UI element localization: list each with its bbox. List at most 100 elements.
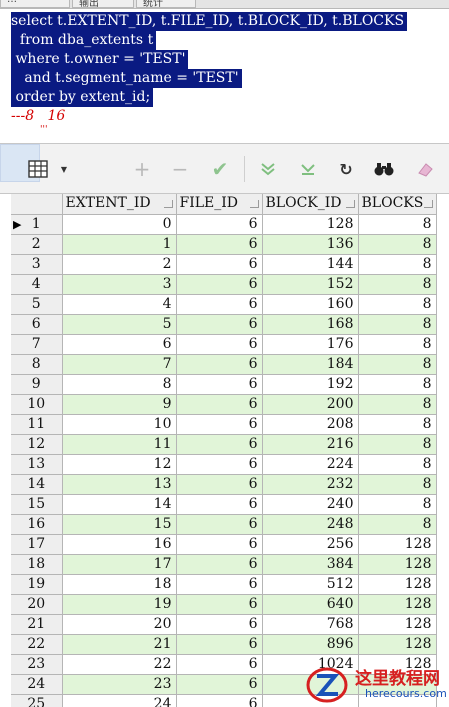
table-cell[interactable]: 4: [62, 294, 177, 315]
table-cell[interactable]: 6: [176, 454, 263, 475]
table-cell[interactable]: 248: [262, 514, 359, 535]
table-cell[interactable]: 8: [358, 394, 437, 415]
table-cell[interactable]: 128: [358, 634, 437, 655]
table-cell[interactable]: 6: [176, 234, 263, 255]
table-cell[interactable]: 8: [358, 334, 437, 355]
table-cell[interactable]: 128: [358, 534, 437, 555]
table-cell[interactable]: 8: [358, 254, 437, 275]
table-row[interactable]: 6 5 6 168 8: [11, 314, 437, 335]
dropdown-arrow-icon[interactable]: ▼: [58, 152, 70, 186]
row-number-cell[interactable]: 3: [11, 254, 63, 275]
table-row[interactable]: 12 11 6 216 8: [11, 434, 437, 455]
column-header-blocks[interactable]: BLOCKS: [358, 194, 437, 215]
table-cell[interactable]: 6: [176, 554, 263, 575]
table-cell[interactable]: 6: [176, 654, 263, 675]
column-header-file-id[interactable]: FILE_ID: [176, 194, 263, 215]
table-cell[interactable]: 6: [176, 574, 263, 595]
table-row[interactable]: 20 19 6 640 128: [11, 594, 437, 615]
table-cell[interactable]: 6: [176, 334, 263, 355]
table-cell[interactable]: 10: [62, 414, 177, 435]
row-number-cell[interactable]: 16: [11, 514, 63, 535]
table-cell[interactable]: 168: [262, 314, 359, 335]
table-cell[interactable]: 23: [62, 674, 177, 695]
table-cell[interactable]: 6: [176, 294, 263, 315]
binoculars-icon[interactable]: [372, 152, 396, 186]
table-row[interactable]: 7 6 6 176 8: [11, 334, 437, 355]
row-number-cell[interactable]: 20: [11, 594, 63, 615]
table-row[interactable]: 9 8 6 192 8: [11, 374, 437, 395]
table-row[interactable]: 1061288: [11, 214, 437, 235]
table-cell[interactable]: 16: [62, 534, 177, 555]
table-cell[interactable]: 6: [176, 594, 263, 615]
table-cell[interactable]: 8: [358, 354, 437, 375]
row-number-cell[interactable]: 4: [11, 274, 63, 295]
table-cell[interactable]: 128: [358, 574, 437, 595]
last-record-icon[interactable]: [296, 152, 320, 186]
table-cell[interactable]: 6: [176, 274, 263, 295]
check-icon[interactable]: ✔: [206, 152, 234, 186]
table-cell[interactable]: 2: [62, 254, 177, 275]
table-cell[interactable]: 21: [62, 634, 177, 655]
table-row[interactable]: 15 14 6 240 8: [11, 494, 437, 515]
row-number-cell[interactable]: 15: [11, 494, 63, 515]
row-number-cell[interactable]: 10: [11, 394, 63, 415]
result-grid[interactable]: EXTENT_ID FILE_ID BLOCK_ID BLOCKS 106128…: [11, 194, 449, 707]
table-cell[interactable]: 6: [176, 214, 263, 235]
row-number-cell[interactable]: 22: [11, 634, 63, 655]
corner-cell[interactable]: [11, 194, 63, 215]
table-cell[interactable]: 136: [262, 234, 359, 255]
row-number-cell[interactable]: 18: [11, 554, 63, 575]
table-cell[interactable]: 15: [62, 514, 177, 535]
table-cell[interactable]: 184: [262, 354, 359, 375]
table-row[interactable]: 10 9 6 200 8: [11, 394, 437, 415]
table-cell[interactable]: 22: [62, 654, 177, 675]
table-cell[interactable]: 19: [62, 594, 177, 615]
table-row[interactable]: 8 7 6 184 8: [11, 354, 437, 375]
table-cell[interactable]: 8: [358, 374, 437, 395]
table-cell[interactable]: 12: [62, 454, 177, 475]
table-cell[interactable]: 144: [262, 254, 359, 275]
table-cell[interactable]: 640: [262, 594, 359, 615]
table-cell[interactable]: 0: [62, 214, 177, 235]
table-cell[interactable]: 128: [262, 214, 359, 235]
table-cell[interactable]: 6: [176, 414, 263, 435]
row-number-cell[interactable]: 19: [11, 574, 63, 595]
table-cell[interactable]: 128: [358, 614, 437, 635]
table-row[interactable]: 11 10 6 208 8: [11, 414, 437, 435]
table-cell[interactable]: 8: [358, 454, 437, 475]
row-number-cell[interactable]: 7: [11, 334, 63, 355]
table-row[interactable]: 19 18 6 512 128: [11, 574, 437, 595]
table-cell[interactable]: 896: [262, 634, 359, 655]
table-cell[interactable]: 6: [176, 434, 263, 455]
table-cell[interactable]: 8: [358, 294, 437, 315]
row-number-cell[interactable]: 23: [11, 654, 63, 675]
row-number-cell[interactable]: 12: [11, 434, 63, 455]
row-number-cell[interactable]: 17: [11, 534, 63, 555]
plus-icon[interactable]: +: [130, 152, 154, 186]
table-cell[interactable]: 8: [358, 414, 437, 435]
table-cell[interactable]: 6: [176, 614, 263, 635]
grid-icon[interactable]: [22, 152, 54, 186]
table-cell[interactable]: 1: [62, 234, 177, 255]
table-cell[interactable]: 24: [62, 694, 177, 707]
table-cell[interactable]: 8: [358, 494, 437, 515]
table-cell[interactable]: 3: [62, 274, 177, 295]
row-number-cell[interactable]: 5: [11, 294, 63, 315]
table-cell[interactable]: 6: [176, 634, 263, 655]
table-cell[interactable]: 11: [62, 434, 177, 455]
row-number-cell[interactable]: 21: [11, 614, 63, 635]
table-row[interactable]: 18 17 6 384 128: [11, 554, 437, 575]
table-cell[interactable]: 128: [358, 554, 437, 575]
table-cell[interactable]: 200: [262, 394, 359, 415]
row-number-cell[interactable]: 9: [11, 374, 63, 395]
row-number-cell[interactable]: 1: [11, 214, 63, 235]
table-cell[interactable]: 176: [262, 334, 359, 355]
table-row[interactable]: 14 13 6 232 8: [11, 474, 437, 495]
table-cell[interactable]: 152: [262, 274, 359, 295]
tab-output[interactable]: 输出: [72, 0, 134, 9]
table-row[interactable]: 3 2 6 144 8: [11, 254, 437, 275]
row-number-cell[interactable]: 11: [11, 414, 63, 435]
table-cell[interactable]: 8: [358, 434, 437, 455]
table-cell[interactable]: 8: [62, 374, 177, 395]
first-record-icon[interactable]: [256, 152, 280, 186]
